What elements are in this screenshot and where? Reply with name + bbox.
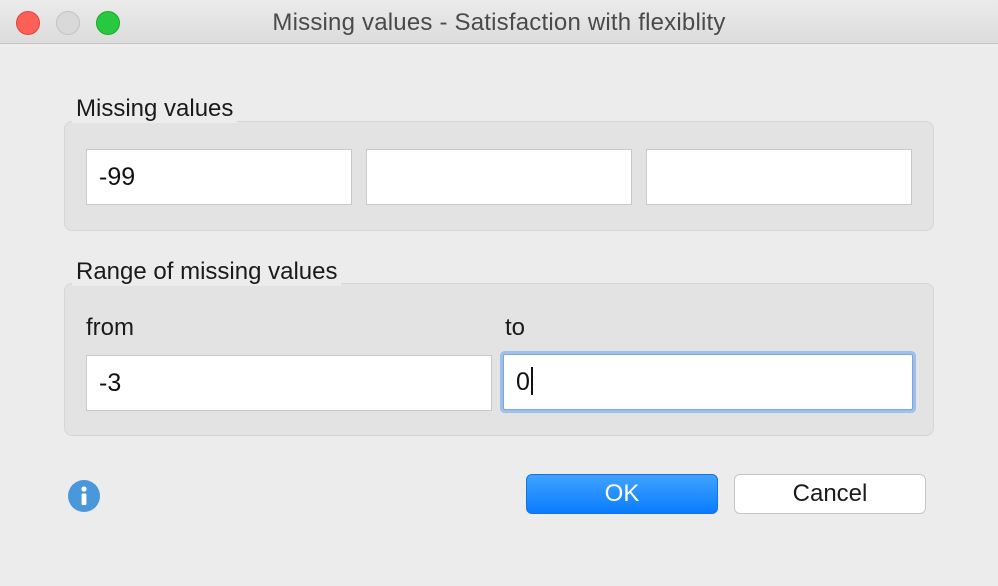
cancel-button[interactable]: Cancel: [734, 474, 926, 514]
ok-button[interactable]: OK: [526, 474, 718, 514]
to-label: to: [505, 314, 526, 341]
missing-value-field-3[interactable]: [646, 149, 912, 205]
missing-values-group-label: Missing values: [72, 95, 238, 123]
missing-value-field-2[interactable]: [366, 149, 632, 205]
text-caret: [530, 367, 533, 396]
range-group-label: Range of missing values: [72, 258, 342, 286]
range-from-field[interactable]: -3: [86, 355, 492, 411]
info-icon[interactable]: [68, 480, 100, 512]
dialog-window: Missing values - Satisfaction with flexi…: [0, 0, 998, 586]
range-to-value: 0: [516, 368, 530, 396]
title-bar[interactable]: Missing values - Satisfaction with flexi…: [0, 0, 998, 44]
range-to-field[interactable]: 0: [503, 354, 913, 410]
window-title: Missing values - Satisfaction with flexi…: [272, 9, 726, 36]
missing-value-field-1[interactable]: -99: [86, 149, 352, 205]
from-label: from: [86, 314, 134, 341]
